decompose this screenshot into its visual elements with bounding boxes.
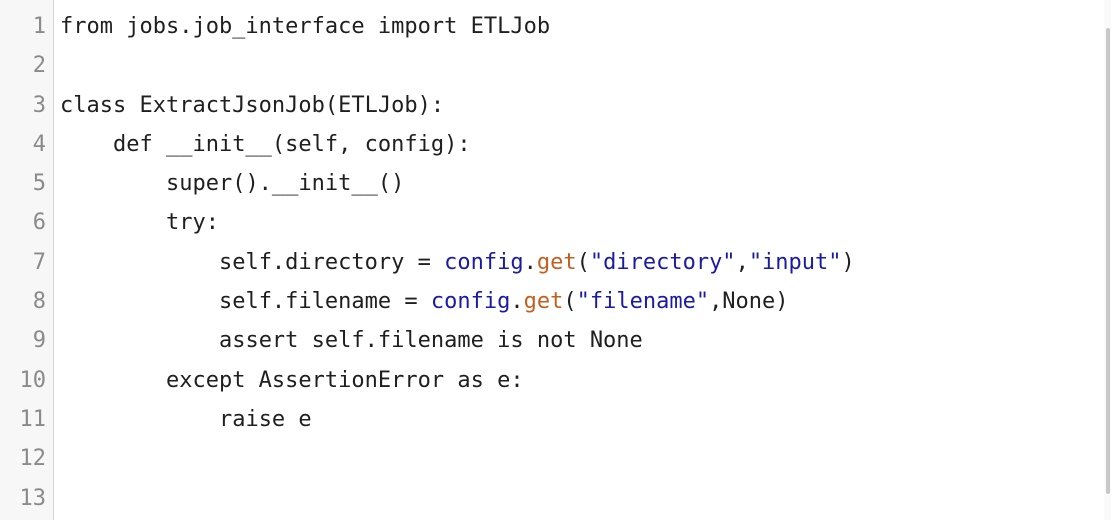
line-code: class ExtractJsonJob(ETLJob):: [46, 86, 444, 125]
line-code: super().__init__(): [46, 164, 404, 203]
code-token: raise e: [218, 406, 312, 432]
line-code: assert self.filename is not None: [46, 321, 643, 360]
code-token: assert self.filename is not None: [218, 328, 643, 354]
line-number: 12: [19, 446, 47, 472]
line-code: except AssertionError as e:: [46, 361, 524, 400]
code-line[interactable]: 3 class ExtractJsonJob(ETLJob):: [0, 86, 1104, 125]
code-token: super().__init__(): [165, 171, 405, 197]
code-token: from jobs.job_interface import ETLJob: [60, 14, 551, 39]
line-code: self.filename = config.get("filename",No…: [46, 282, 789, 321]
line-code: self.directory = config.get("directory",…: [46, 243, 855, 282]
code-editor[interactable]: 1 from jobs.job_interface import ETLJob 2 3…: [0, 0, 1111, 520]
line-code: raise e: [46, 400, 312, 439]
code-line[interactable]: 2: [0, 46, 1104, 85]
code-line[interactable]: 9 assert self.filename is not None: [0, 321, 1104, 360]
code-line[interactable]: 8 self.filename = config.get("filename",…: [0, 282, 1104, 321]
line-number: 11: [19, 406, 47, 432]
code-token: "filename": [576, 289, 710, 315]
code-token: (: [563, 289, 577, 315]
code-token: get: [536, 249, 577, 275]
code-token: try:: [165, 210, 219, 236]
code-token: class ExtractJsonJob(ETLJob):: [60, 92, 445, 118]
line-number: 6: [32, 210, 46, 236]
vertical-scrollbar[interactable]: [1104, 0, 1111, 520]
code-token: "directory": [589, 249, 736, 275]
line-code: from jobs.job_interface import ETLJob: [46, 7, 550, 46]
code-token: (: [576, 249, 590, 275]
line-number: 3: [32, 92, 46, 118]
code-token: ): [841, 249, 855, 275]
scrollbar-thumb[interactable]: [1106, 28, 1110, 494]
line-number: 5: [32, 171, 46, 197]
code-token: self.filename =: [218, 289, 431, 315]
code-token: ,None): [709, 289, 789, 315]
line-number: 13: [19, 485, 47, 511]
code-lines: 1 from jobs.job_interface import ETLJob 2 3…: [0, 7, 1104, 518]
line-number: 2: [32, 53, 46, 79]
code-line[interactable]: 4 def __init__(self, config):: [0, 125, 1104, 164]
line-number: 4: [32, 131, 46, 157]
code-token: config: [444, 249, 524, 275]
line-number: 10: [19, 367, 47, 393]
code-line[interactable]: 5 super().__init__(): [0, 164, 1104, 203]
line-number: 8: [32, 289, 46, 315]
line-code: def __init__(self, config):: [46, 125, 471, 164]
line-code: try:: [46, 203, 219, 242]
code-token: def __init__(self, config):: [112, 131, 471, 157]
code-token: "input": [748, 249, 842, 275]
code-token: except AssertionError as e:: [165, 367, 524, 393]
code-line[interactable]: 7 self.directory = config.get("directory…: [0, 243, 1104, 282]
line-number: 1: [32, 14, 46, 39]
code-line[interactable]: 1 from jobs.job_interface import ETLJob: [0, 7, 1104, 46]
code-token: get: [523, 289, 564, 315]
code-line[interactable]: 11 raise e: [0, 400, 1104, 439]
code-token: config: [430, 289, 511, 315]
code-line[interactable]: 10 except AssertionError as e:: [0, 361, 1104, 400]
code-token: .: [523, 249, 537, 275]
code-token: ,: [735, 249, 749, 275]
code-line[interactable]: 12: [0, 439, 1104, 478]
code-token: .: [510, 289, 524, 315]
line-number: 7: [32, 249, 46, 275]
line-number: 9: [32, 328, 46, 354]
code-line[interactable]: 6 try:: [0, 203, 1104, 242]
code-line[interactable]: 13: [0, 479, 1104, 518]
code-token: self.directory =: [218, 249, 445, 275]
